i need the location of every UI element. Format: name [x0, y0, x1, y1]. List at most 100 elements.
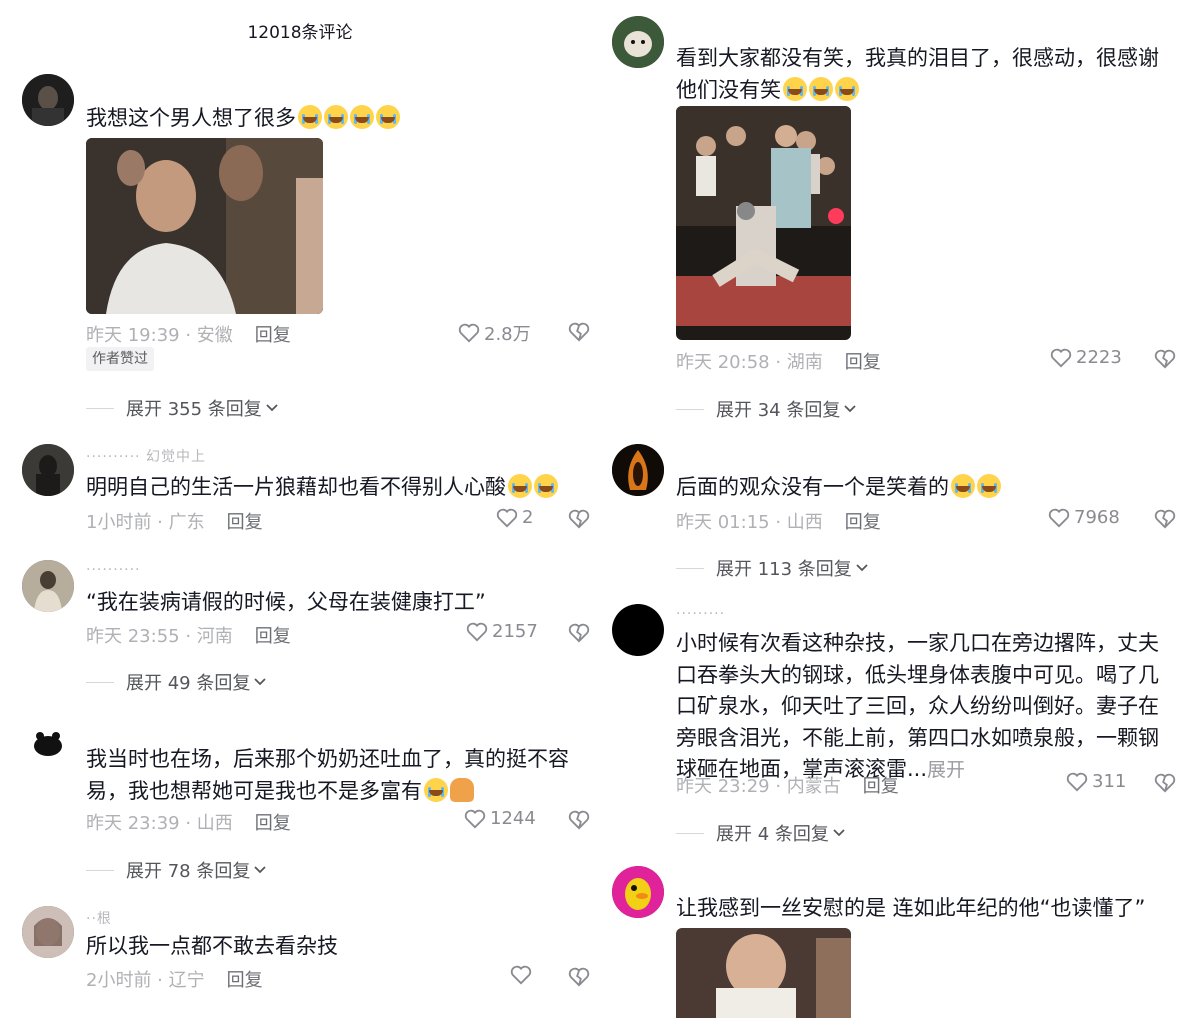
timestamp-location: 昨天 23:55 · 河南	[86, 626, 233, 647]
dark-portrait-avatar-icon	[22, 74, 74, 126]
like-count: 7968	[1074, 507, 1120, 528]
like-count: 1244	[490, 808, 536, 829]
username[interactable]: ·········	[676, 606, 725, 622]
avatar[interactable]	[612, 866, 664, 918]
expand-replies-button[interactable]: 展开 355 条回复	[86, 395, 278, 421]
expand-replies-button[interactable]: 展开 49 条回复	[86, 669, 266, 695]
reply-button[interactable]: 回复	[227, 512, 263, 533]
divider	[86, 407, 114, 409]
like-button[interactable]: 311	[1066, 771, 1126, 792]
comment-image[interactable]	[676, 106, 851, 340]
duck-avatar-icon	[612, 866, 664, 918]
chevron-down-icon	[856, 564, 868, 572]
comment-meta: 昨天 23:29 · 内蒙古 回复	[676, 772, 899, 798]
heart-icon	[496, 508, 518, 527]
timestamp-location: 昨天 20:58 · 湖南	[676, 352, 823, 373]
like-button[interactable]: 2157	[466, 621, 538, 642]
avatar[interactable]	[22, 906, 74, 958]
chevron-down-icon	[254, 866, 266, 874]
reply-button[interactable]: 回复	[255, 813, 291, 834]
avatar[interactable]	[22, 74, 74, 126]
comment-count-title: 12018条评论	[247, 23, 353, 43]
heart-icon	[1066, 772, 1088, 791]
chevron-down-icon	[266, 404, 278, 412]
like-count: 2	[522, 507, 534, 528]
timestamp-location: 昨天 23:29 · 内蒙古	[676, 776, 841, 797]
dislike-icon[interactable]	[568, 322, 590, 342]
comment-text: 后面的观众没有一个是笑着的	[676, 471, 1176, 503]
sad-emoji-icon	[508, 474, 532, 498]
girl-avatar-icon	[22, 906, 74, 958]
like-button[interactable]: 1244	[464, 808, 536, 829]
reply-button[interactable]: 回复	[863, 776, 899, 797]
expand-replies-button[interactable]: 展开 4 条回复	[676, 820, 845, 846]
divider	[676, 408, 704, 410]
heart-icon	[458, 323, 480, 343]
man-photo-icon	[86, 138, 323, 314]
comments-panel-right: 看到大家都没有笑，我真的泪目了，很感动，很感谢他们没有笑 昨天 20:58 · …	[600, 0, 1200, 1018]
like-count: 2157	[492, 621, 538, 642]
avatar[interactable]	[612, 444, 664, 496]
username[interactable]: ··根	[86, 908, 112, 928]
dislike-icon[interactable]	[568, 509, 590, 529]
dislike-icon[interactable]	[568, 623, 590, 643]
pray-emoji-icon	[450, 778, 474, 802]
like-button[interactable]	[510, 965, 536, 985]
chevron-down-icon	[833, 829, 845, 837]
avatar[interactable]	[612, 16, 664, 68]
like-count: 2.8万	[484, 324, 531, 345]
crying-emoji-icon	[424, 778, 448, 802]
reply-button[interactable]: 回复	[845, 512, 881, 533]
username[interactable]: ··········	[86, 562, 141, 578]
dislike-icon[interactable]	[568, 967, 590, 987]
comment-text: “我在装病请假的时候，父母在装健康打工”	[86, 590, 486, 614]
like-button[interactable]: 2223	[1050, 347, 1122, 368]
avatar[interactable]	[612, 604, 664, 656]
crying-emoji-icon	[783, 77, 807, 101]
expand-text-link[interactable]: 展开	[927, 759, 965, 781]
expand-replies-button[interactable]: 展开 34 条回复	[676, 396, 856, 422]
dislike-icon[interactable]	[568, 810, 590, 830]
comment-meta: 昨天 01:15 · 山西 回复	[676, 508, 881, 534]
divider	[86, 869, 114, 871]
comment-text: 我想这个男人想了很多	[86, 102, 586, 134]
reply-button[interactable]: 回复	[255, 325, 291, 346]
like-button[interactable]: 7968	[1048, 507, 1120, 528]
dislike-icon[interactable]	[1154, 773, 1176, 793]
username[interactable]: ·········· 幻觉中上	[86, 446, 206, 466]
comment-text: 小时候有次看这种杂技，一家几口在旁边撂阵，丈夫口吞拳头大的钢球，低头埋身体表腹中…	[676, 631, 1159, 781]
like-button[interactable]: 2	[496, 507, 533, 528]
heart-icon	[1048, 508, 1070, 527]
reply-button[interactable]: 回复	[845, 352, 881, 373]
crying-emoji-icon	[376, 105, 400, 129]
heart-icon	[510, 965, 532, 985]
expand-replies-button[interactable]: 展开 113 条回复	[676, 555, 868, 581]
expand-replies-button[interactable]: 展开 78 条回复	[86, 857, 266, 883]
chevron-down-icon	[844, 405, 856, 413]
timestamp-location: 2小时前 · 辽宁	[86, 970, 205, 991]
reply-button[interactable]: 回复	[227, 970, 263, 991]
comment-text: 看到大家都没有笑，我真的泪目了，很感动，很感谢他们没有笑	[676, 46, 1159, 102]
crying-emoji-icon	[809, 77, 833, 101]
crying-emoji-icon	[951, 474, 975, 498]
avatar[interactable]	[22, 444, 74, 496]
comment-meta: 1小时前 · 广东 回复	[86, 508, 263, 534]
timestamp-location: 昨天 19:39 · 安徽	[86, 325, 233, 346]
avatar[interactable]	[22, 718, 74, 770]
avatar[interactable]	[22, 560, 74, 612]
dislike-icon[interactable]	[1154, 509, 1176, 529]
comment-text: 所以我一点都不敢去看杂技	[86, 934, 338, 958]
dark-silhouette-avatar-icon	[22, 444, 74, 496]
reply-button[interactable]: 回复	[255, 626, 291, 647]
comment-image[interactable]	[676, 928, 851, 1018]
timestamp-location: 昨天 23:39 · 山西	[86, 813, 233, 834]
dislike-icon[interactable]	[1154, 349, 1176, 369]
person-avatar-icon	[22, 560, 74, 612]
crying-emoji-icon	[350, 105, 374, 129]
comment-image[interactable]	[86, 138, 323, 314]
crying-emoji-icon	[977, 474, 1001, 498]
divider	[676, 832, 704, 834]
like-button[interactable]: 2.8万	[458, 320, 531, 346]
sad-emoji-icon	[534, 474, 558, 498]
comment-meta: 昨天 23:39 · 山西 回复	[86, 809, 291, 835]
